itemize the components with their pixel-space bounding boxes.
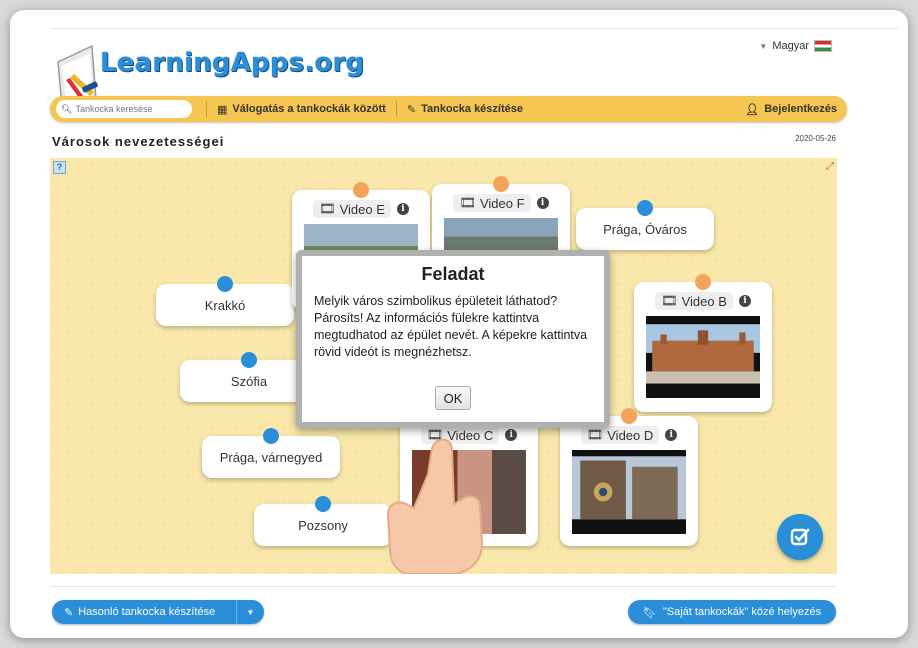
check-square-icon <box>790 528 810 546</box>
film-icon: 🎞︎ <box>661 293 678 308</box>
video-chip: 🎞︎ Video E <box>313 200 391 218</box>
video-chip: 🎞︎ Video F <box>453 194 531 212</box>
task-dialog: Feladat Melyik város szimbolikus épülete… <box>296 250 610 428</box>
label-text: Pozsony <box>298 517 348 533</box>
connector-dot[interactable] <box>263 428 279 444</box>
ok-button[interactable]: OK <box>435 386 471 410</box>
video-label: Video F <box>479 195 525 211</box>
film-icon: 🎞︎ <box>459 195 476 210</box>
create-similar-button[interactable]: ✎ Hasonló tankocka készítése ▼ <box>52 600 264 624</box>
bottom-divider <box>50 586 837 587</box>
add-to-my-apps-button[interactable]: 🔖︎ "Saját tankockák" közé helyezés <box>628 600 836 624</box>
bookmark-icon: 🔖︎ <box>642 606 657 619</box>
nav-browse[interactable]: ▦ Válogatás a tankockák között <box>217 103 386 116</box>
nav-create-label: Tankocka készítése <box>421 103 523 115</box>
video-card-b[interactable]: 🎞︎ Video B i <box>634 274 772 412</box>
video-chip: 🎞︎ Video D <box>580 426 660 444</box>
create-similar-label: Hasonló tankocka készítése <box>78 606 216 618</box>
search-input[interactable]: 🔍︎ Tankocka keresése <box>56 100 192 118</box>
check-solution-button[interactable] <box>777 514 823 560</box>
nav-login-label: Bejelentkezés <box>764 103 837 115</box>
info-icon[interactable]: i <box>665 429 678 441</box>
connector-dot[interactable] <box>493 176 509 192</box>
label-text: Krakkó <box>204 297 246 313</box>
nav-divider <box>395 101 397 117</box>
video-thumbnail[interactable] <box>572 450 686 534</box>
language-selector[interactable]: ▼ Magyar <box>759 40 832 52</box>
info-icon[interactable]: i <box>396 203 409 215</box>
create-similar-main[interactable]: ✎ Hasonló tankocka készítése <box>52 606 236 619</box>
video-label: Video E <box>339 201 385 217</box>
main-navbar: 🔍︎ Tankocka keresése ▦ Válogatás a tanko… <box>50 96 847 122</box>
language-label: Magyar <box>772 40 809 52</box>
label-card-krakko[interactable]: Krakkó <box>156 276 294 326</box>
dialog-title: Feladat <box>421 264 485 284</box>
grid-icon: ▦ <box>217 103 228 116</box>
info-icon[interactable]: i <box>738 295 751 307</box>
nav-browse-label: Válogatás a tankockák között <box>232 103 386 115</box>
video-header: 🎞︎ Video E i <box>292 200 430 218</box>
hungarian-flag-icon <box>814 40 832 52</box>
fullscreen-icon[interactable]: ⤢ <box>826 161 834 172</box>
caret-down-icon[interactable]: ▼ <box>236 600 264 624</box>
film-icon: 🎞︎ <box>319 201 336 216</box>
pointing-hand-icon <box>386 438 484 574</box>
pencil-icon: ✎ <box>406 103 417 116</box>
film-icon: 🎞︎ <box>586 427 604 442</box>
page-date: 2020-05-26 <box>795 134 836 143</box>
video-header: 🎞︎ Video B i <box>634 292 772 310</box>
video-label: Video B <box>681 293 727 309</box>
dialog-text: Melyik város szimbolikus épületeit látha… <box>314 294 588 359</box>
search-icon: 🔍︎ <box>61 103 73 114</box>
nav-create[interactable]: ✎ Tankocka készítése <box>407 103 523 116</box>
nav-login[interactable]: 👤︎ Bejelentkezés <box>745 103 837 116</box>
connector-dot[interactable] <box>353 182 369 198</box>
label-text: Szófia <box>230 373 268 389</box>
help-icon[interactable]: ? <box>53 161 66 174</box>
page-title: Városok nevezetességei <box>52 134 225 149</box>
top-divider <box>50 28 898 29</box>
info-icon[interactable]: i <box>536 197 549 209</box>
label-card-praga-ovaros[interactable]: Prága, Óváros <box>576 200 714 250</box>
caret-down-icon: ▼ <box>759 41 768 51</box>
add-to-my-apps-label: "Saját tankockák" közé helyezés <box>662 606 822 618</box>
logo-text: LearningApps.org <box>100 48 365 78</box>
search-placeholder: Tankocka keresése <box>75 104 153 114</box>
connector-dot[interactable] <box>621 408 637 424</box>
video-card-d[interactable]: 🎞︎ Video D i <box>560 408 698 546</box>
video-chip: 🎞︎ Video B <box>655 292 733 310</box>
video-thumbnail[interactable] <box>646 316 760 398</box>
label-text: Prága, Óváros <box>603 221 687 237</box>
nav-divider <box>206 101 207 117</box>
user-icon: 👤︎ <box>745 103 760 116</box>
cloth-hall-image <box>646 316 760 398</box>
app-frame: LearningApps.org ▼ Magyar 🔍︎ Tankocka ke… <box>10 10 908 638</box>
label-card-praga-varnegyed[interactable]: Prága, várnegyed <box>202 428 340 478</box>
astronomical-clock-image <box>572 450 686 534</box>
video-header: 🎞︎ Video F i <box>432 194 570 212</box>
connector-dot[interactable] <box>695 274 711 290</box>
connector-dot[interactable] <box>637 200 653 216</box>
label-card-pozsony[interactable]: Pozsony <box>254 496 392 546</box>
connector-dot[interactable] <box>241 352 257 368</box>
video-label: Video D <box>607 427 654 443</box>
label-text: Prága, várnegyed <box>219 449 323 465</box>
game-board: ? ⤢ Krakkó Szófia Prága, várnegyed Pozso… <box>50 158 837 574</box>
video-header: 🎞︎ Video D i <box>560 426 698 444</box>
edit-icon: ✎ <box>64 606 74 619</box>
connector-dot[interactable] <box>315 496 331 512</box>
connector-dot[interactable] <box>217 276 233 292</box>
